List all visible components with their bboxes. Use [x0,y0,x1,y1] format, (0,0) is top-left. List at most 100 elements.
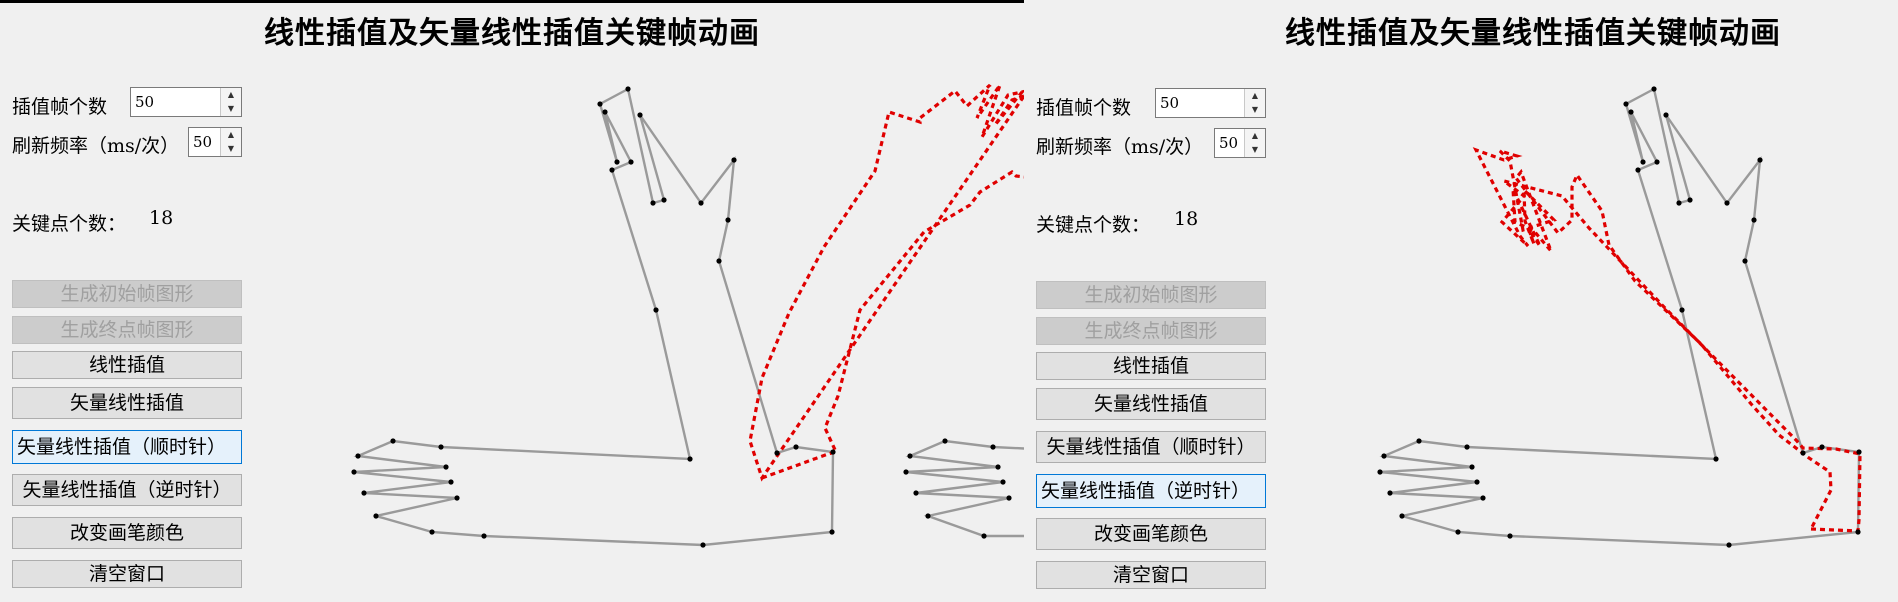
keypoint-dot [830,449,836,455]
keypoint-dot [1469,464,1475,470]
keypoint-dot [481,533,487,539]
keypoint-dot [1855,529,1861,535]
keypoints-count: 18 [1174,208,1199,230]
frames-label: 插值帧个数 [12,96,108,118]
keypoint-dot [1635,167,1641,173]
keypoint-dot [1474,479,1480,485]
up-arrow-icon[interactable]: ▲ [221,128,241,143]
keypoint-dot [390,438,396,444]
keypoint-dot [1819,444,1825,450]
keypoint-dot [700,542,706,548]
keypoint-dot [609,167,615,173]
keypoint-dot [454,495,460,501]
start-shape [1379,87,1861,547]
refresh-stepper[interactable]: ▲▼ [1214,128,1266,158]
interpolated-frame [748,83,1024,482]
keypoint-dot [1381,453,1387,459]
keypoint-dot [637,112,643,118]
vector-interp-button[interactable]: 矢量线性插值 [12,387,242,419]
keypoint-dot [1628,109,1634,115]
frames-input[interactable] [1156,89,1246,117]
page-title: 线性插值及矢量线性插值关键帧动画 [264,16,760,51]
keypoint-dot [438,444,444,450]
keypoint-dot [731,157,737,163]
keypoint-dot [1480,495,1486,501]
keypoint-dot [1416,438,1422,444]
keypoint-dot [1751,217,1757,223]
keypoint-dot [1507,533,1513,539]
generate-end-frame-button[interactable]: 生成终点帧图形 [12,316,242,344]
keypoint-dot [1455,529,1461,535]
keypoint-dot [1856,449,1862,455]
generate-start-frame-button[interactable]: 生成初始帧图形 [12,280,242,308]
keypoint-dot [653,307,659,313]
linear-interp-button[interactable]: 线性插值 [12,351,242,379]
linear-interp-button[interactable]: 线性插值 [1036,352,1266,380]
keypoint-dot [687,456,693,462]
generate-end-frame-button[interactable]: 生成终点帧图形 [1036,317,1266,345]
keypoint-dot [1377,469,1383,475]
keypoint-dot [448,479,454,485]
frames-label: 插值帧个数 [1036,97,1132,119]
keypoint-dot [829,529,835,535]
keypoint-dot [903,469,909,475]
up-arrow-icon[interactable]: ▲ [1245,129,1265,144]
keypoints-count: 18 [149,207,174,229]
vector-interp-cw-button[interactable]: 矢量线性插值（顺时针） [1036,431,1266,463]
change-pen-color-button[interactable]: 改变画笔颜色 [12,517,242,549]
refresh-input[interactable] [1215,129,1247,157]
keypoint-dot [774,450,780,456]
frames-stepper[interactable]: ▲▼ [1155,88,1266,118]
keypoint-dot [942,438,948,444]
down-arrow-icon[interactable]: ▼ [1245,103,1265,117]
keypoint-dot [1742,258,1748,264]
keypoint-dot [1713,456,1719,462]
refresh-label: 刷新频率（ms/次） [12,135,180,157]
keypoint-dot [1640,159,1646,165]
keypoint-dot [1663,112,1669,118]
keypoint-dot [1623,101,1629,107]
keypoint-dot [995,464,1001,470]
keypoint-dot [1800,450,1806,456]
change-pen-color-button[interactable]: 改变画笔颜色 [1036,518,1266,550]
keypoint-dot [793,444,799,450]
refresh-input[interactable] [189,128,223,156]
keypoint-dot [1757,157,1763,163]
keypoint-dot [614,159,620,165]
keypoint-dot [429,529,435,535]
up-arrow-icon[interactable]: ▲ [221,88,241,103]
keypoint-dot [990,444,996,450]
keypoint-dot [1687,197,1693,203]
keypoint-dot [351,469,357,475]
keypoint-dot [373,513,379,519]
keypoint-dot [1464,444,1470,450]
keypoint-dot [1651,86,1657,92]
vector-interp-ccw-button[interactable]: 矢量线性插值（逆时针） [1036,474,1266,508]
down-arrow-icon[interactable]: ▼ [221,142,241,156]
right-panel: 线性插值及矢量线性插值关键帧动画 插值帧个数 ▲▼ 刷新频率（ms/次） ▲▼ … [1024,0,1898,602]
vector-interp-ccw-button[interactable]: 矢量线性插值（逆时针） [12,474,242,506]
keypoints-label: 关键点个数： [1036,214,1151,236]
keypoint-dot [602,109,608,115]
down-arrow-icon[interactable]: ▼ [221,102,241,116]
keypoint-dot [361,490,367,496]
vector-interp-button[interactable]: 矢量线性插值 [1036,388,1266,420]
keypoint-dot [1006,495,1012,501]
clear-window-button[interactable]: 清空窗口 [12,560,242,588]
generate-start-frame-button[interactable]: 生成初始帧图形 [1036,281,1266,309]
keypoint-dot [1724,200,1730,206]
end-shape [905,439,1024,538]
keypoint-dot [1726,542,1732,548]
clear-window-button[interactable]: 清空窗口 [1036,561,1266,589]
refresh-label: 刷新频率（ms/次） [1036,136,1204,158]
keypoint-dot [1676,200,1682,206]
keypoint-dot [628,159,634,165]
keypoint-dot [1387,490,1393,496]
keypoint-dot [1399,513,1405,519]
down-arrow-icon[interactable]: ▼ [1245,143,1265,157]
vector-interp-cw-button[interactable]: 矢量线性插值（顺时针） [12,430,242,464]
frames-input[interactable] [131,88,221,116]
up-arrow-icon[interactable]: ▲ [1245,89,1265,104]
frames-stepper[interactable]: ▲▼ [130,87,242,117]
refresh-stepper[interactable]: ▲▼ [188,127,242,157]
